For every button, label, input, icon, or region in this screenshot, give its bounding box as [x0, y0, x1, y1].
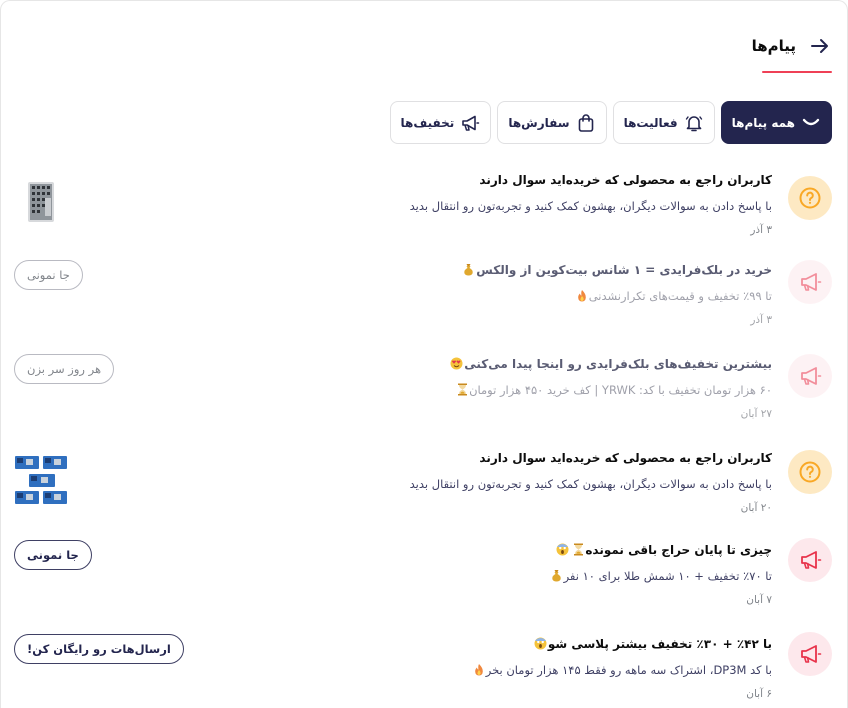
- tab-label: سفارش‌ها: [508, 115, 570, 130]
- message-description-text: با کد DP3M، اشتراک سه ماهه رو فقط ۱۴۵ هز…: [485, 663, 772, 677]
- question-icon: [788, 450, 832, 494]
- message-title: بیشترین تخفیف‌های بلک‌فرایدی رو اینجا پی…: [232, 354, 772, 374]
- message-title-text: خرید در بلک‌فرایدی = ۱ شانس بیت‌کوین از …: [476, 263, 772, 277]
- message-description-text: تا ۷۰٪ تخفیف + ۱۰ شمش طلا برای ۱۰ نفر: [563, 569, 772, 583]
- arrow-right-icon[interactable]: [808, 34, 832, 58]
- message-date: ۲۰ آبان: [740, 502, 772, 514]
- message-description-text: ۶۰ هزار تومان تخفیف با کد: YRWK | کف خری…: [469, 383, 772, 397]
- promo-action-button[interactable]: هر روز سر بزن: [14, 354, 115, 384]
- message-content: کاربران راجع به محصولی که خریده‌اید سوال…: [232, 448, 772, 516]
- megaphone-icon: [788, 354, 832, 398]
- tab-label: همه پیام‌ها: [731, 115, 795, 130]
- promo-action-button[interactable]: جا نمونی: [14, 540, 92, 570]
- title-underline: [762, 71, 832, 73]
- message-description: تا ۷۰٪ تخفیف + ۱۰ شمش طلا برای ۱۰ نفر: [232, 566, 772, 586]
- promo-action-button[interactable]: ارسال‌هات رو رایگان کن!: [14, 634, 184, 664]
- message-tabs: همه پیام‌ها فعالیت‌ها سفارش‌ها تخفیف‌ها: [389, 101, 832, 144]
- message-date: ۶ آبان: [746, 688, 772, 700]
- megaphone-icon: [788, 632, 832, 676]
- fire-icon: [575, 288, 588, 302]
- message-title: کاربران راجع به محصولی که خریده‌اید سوال…: [479, 173, 772, 187]
- message-date: ۷ آبان: [746, 594, 772, 606]
- message-title: با ۴۲٪ + ۳۰٪ تخفیف بیشتر پلاسی شو: [232, 634, 772, 654]
- tab-label: تخفیف‌ها: [400, 115, 455, 130]
- bell-icon: [684, 113, 704, 133]
- megaphone-icon: [788, 260, 832, 304]
- question-icon: [788, 176, 832, 220]
- message-description: ۶۰ هزار تومان تخفیف با کد: YRWK | کف خری…: [232, 380, 772, 400]
- scream-face-icon: [534, 636, 547, 650]
- hourglass-icon: [571, 542, 584, 556]
- message-content: خرید در بلک‌فرایدی = ۱ شانس بیت‌کوین از …: [232, 260, 772, 328]
- message-date: ۳ آذر: [750, 224, 772, 236]
- message-content: بیشترین تخفیف‌های بلک‌فرایدی رو اینجا پی…: [232, 354, 772, 422]
- message-description: با کد DP3M، اشتراک سه ماهه رو فقط ۱۴۵ هز…: [232, 660, 772, 680]
- tab-discounts[interactable]: تخفیف‌ها: [389, 101, 492, 144]
- message-description-text: تا ۹۹٪ تخفیف و قیمت‌های تکرارنشدنی: [588, 289, 772, 303]
- heart-eyes-icon: [450, 356, 463, 370]
- message-description: تا ۹۹٪ تخفیف و قیمت‌های تکرارنشدنی: [232, 286, 772, 306]
- tab-activities[interactable]: فعالیت‌ها: [612, 101, 715, 144]
- message-description: با پاسخ دادن به سوالات دیگران، بهشون کمک…: [409, 477, 772, 491]
- smile-icon: [801, 113, 821, 133]
- message-date: ۲۷ آبان: [740, 408, 772, 420]
- promo-action-button[interactable]: جا نمونی: [14, 260, 83, 290]
- scream-face-icon: [556, 542, 569, 556]
- message-title-text: بیشترین تخفیف‌های بلک‌فرایدی رو اینجا پی…: [464, 357, 772, 371]
- page-header: پیام‌ها: [752, 34, 832, 58]
- tab-all-messages[interactable]: همه پیام‌ها: [720, 101, 832, 144]
- message-content: چیزی تا پایان حراج باقی نمونده تا ۷۰٪ تخ…: [232, 540, 772, 608]
- message-title-text: چیزی تا پایان حراج باقی نمونده: [585, 543, 772, 557]
- message-title: خرید در بلک‌فرایدی = ۱ شانس بیت‌کوین از …: [232, 260, 772, 280]
- message-title: چیزی تا پایان حراج باقی نمونده: [232, 540, 772, 560]
- fire-icon: [472, 662, 485, 676]
- product-thumbnail[interactable]: [22, 180, 58, 224]
- page-title: پیام‌ها: [751, 37, 796, 55]
- message-date: ۳ آذر: [750, 314, 772, 326]
- megaphone-icon: [788, 538, 832, 582]
- message-content: کاربران راجع به محصولی که خریده‌اید سوال…: [232, 170, 772, 238]
- tab-label: فعالیت‌ها: [623, 115, 678, 130]
- megaphone-icon: [460, 113, 480, 133]
- tab-orders[interactable]: سفارش‌ها: [497, 101, 607, 144]
- product-thumbnail-grid[interactable]: [14, 452, 70, 508]
- bag-icon: [576, 113, 596, 133]
- message-description: با پاسخ دادن به سوالات دیگران، بهشون کمک…: [409, 199, 772, 213]
- money-bag-icon: [550, 568, 563, 582]
- message-content: با ۴۲٪ + ۳۰٪ تخفیف بیشتر پلاسی شو با کد …: [232, 634, 772, 702]
- message-title: کاربران راجع به محصولی که خریده‌اید سوال…: [479, 451, 772, 465]
- hourglass-icon: [455, 382, 468, 396]
- message-title-text: با ۴۲٪ + ۳۰٪ تخفیف بیشتر پلاسی شو: [547, 637, 772, 651]
- money-bag-icon: [462, 262, 475, 276]
